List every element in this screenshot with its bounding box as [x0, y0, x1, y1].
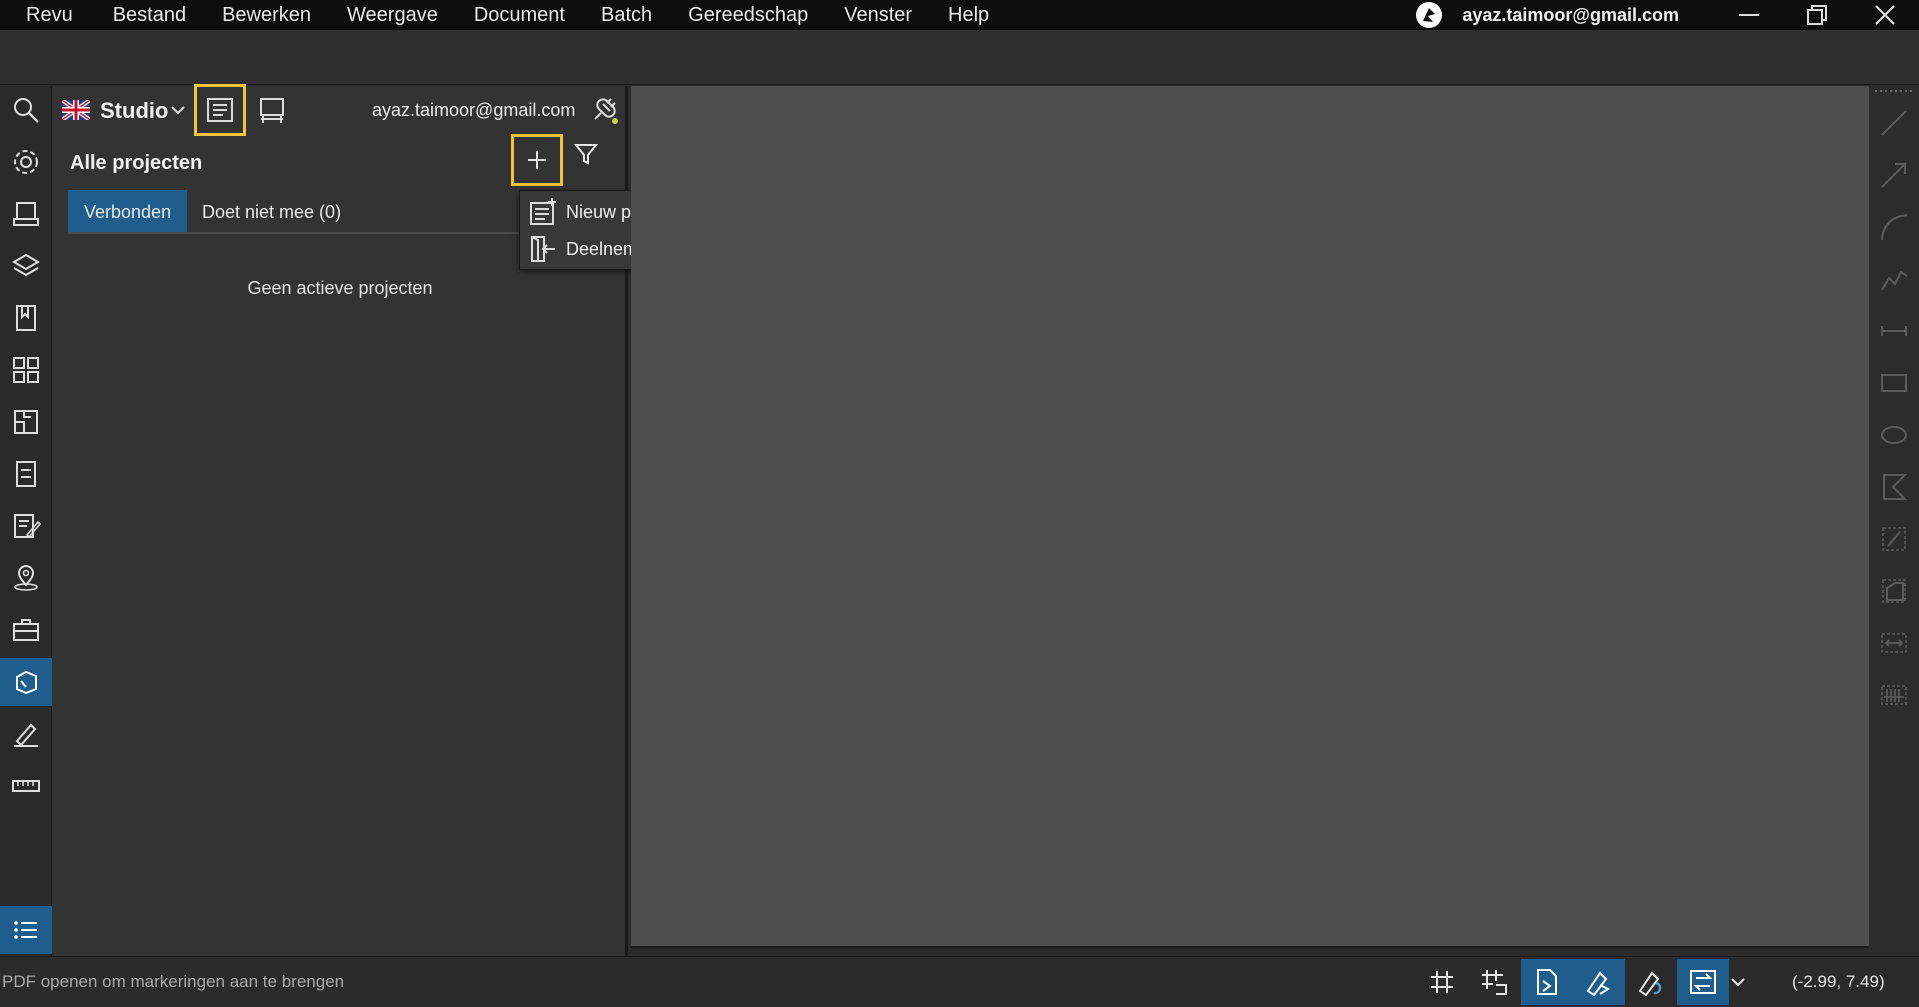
projects-list-icon	[207, 98, 233, 122]
menu-revu[interactable]: Revu	[0, 0, 95, 30]
bookmarks-icon[interactable]	[0, 294, 52, 342]
menu-help[interactable]: Help	[930, 0, 1007, 30]
plus-icon	[528, 151, 546, 169]
polyline-tool-icon[interactable]	[1877, 262, 1911, 296]
right-tool-rail	[1869, 86, 1919, 956]
account-email[interactable]: ayaz.taimoor@gmail.com	[1462, 5, 1679, 26]
toolbar-strip	[0, 30, 1919, 85]
menu-batch[interactable]: Batch	[583, 0, 670, 30]
chevron-down-icon[interactable]	[1726, 959, 1750, 1005]
dimension-tool-icon[interactable]	[1877, 314, 1911, 348]
markups-list-icon[interactable]	[0, 502, 52, 550]
studio-account-email[interactable]: ayaz.taimoor@gmail.com	[372, 100, 575, 121]
places-icon[interactable]	[0, 554, 52, 602]
ellipse-tool-icon[interactable]	[1877, 418, 1911, 452]
snap-to-grid-icon[interactable]	[1468, 959, 1520, 1005]
studio-header: Studio ayaz.taimoor@gmail.com	[52, 84, 628, 136]
restore-icon[interactable]	[1783, 0, 1851, 30]
menu-bestand[interactable]: Bestand	[95, 0, 204, 30]
studio-label[interactable]: Studio	[100, 98, 168, 124]
menu-bar: Revu Bestand Bewerken Weergave Document …	[0, 0, 1919, 30]
arc-tool-icon[interactable]	[1877, 210, 1911, 244]
new-project-icon	[526, 195, 560, 229]
rail-grip	[1875, 90, 1915, 92]
status-bar: PDF openen om markeringen aan te brengen…	[0, 956, 1919, 1007]
tab-verbonden[interactable]: Verbonden	[68, 190, 188, 234]
menu-weergave[interactable]: Weergave	[329, 0, 456, 30]
measurements-icon[interactable]	[0, 762, 52, 810]
panel-title: Alle projecten	[70, 152, 203, 174]
width-measure-icon[interactable]	[1877, 626, 1911, 660]
sync-view-icon[interactable]	[1677, 959, 1729, 1005]
menu-document[interactable]: Document	[456, 0, 583, 30]
line-tool-icon[interactable]	[1877, 106, 1911, 140]
spaces-icon[interactable]	[0, 398, 52, 446]
snap-to-content-icon[interactable]	[1521, 959, 1573, 1005]
cursor-coordinates: (-2.99, 7.49)	[1792, 972, 1885, 991]
connection-plug-icon[interactable]	[584, 90, 624, 130]
snap-to-markup-icon[interactable]	[1573, 959, 1625, 1005]
tab-doet-niet-mee[interactable]: Doet niet mee (0)	[186, 190, 357, 234]
arrow-tool-icon[interactable]	[1877, 158, 1911, 192]
reuse-markup-icon[interactable]	[1625, 959, 1677, 1005]
canvas-scroll-track[interactable]	[631, 946, 1869, 956]
settings-icon[interactable]	[0, 138, 52, 186]
join-icon	[526, 232, 560, 266]
grid-icon[interactable]	[0, 346, 52, 394]
left-panel-rail	[0, 86, 52, 956]
close-icon[interactable]	[1851, 0, 1919, 30]
status-message: PDF openen om markeringen aan te brengen	[2, 972, 345, 991]
polygon-tool-icon[interactable]	[1877, 470, 1911, 504]
menu-gereedschap[interactable]: Gereedschap	[670, 0, 826, 30]
bluebeam-logo-icon[interactable]	[1416, 2, 1443, 28]
panel-list-button[interactable]	[0, 906, 52, 954]
minimize-icon[interactable]	[1715, 0, 1783, 30]
empty-state-message: Geen actieve projecten	[247, 278, 433, 298]
search-icon[interactable]	[0, 86, 52, 134]
list-icon	[14, 921, 37, 939]
thumbnails-icon[interactable]	[0, 190, 52, 238]
grid-toggle-icon[interactable]	[1416, 959, 1468, 1005]
add-project-button[interactable]	[511, 134, 563, 186]
projects-view-button[interactable]	[194, 84, 246, 136]
length-measure-icon[interactable]	[1877, 522, 1911, 556]
menu-bewerken[interactable]: Bewerken	[204, 0, 329, 30]
layers-icon[interactable]	[0, 242, 52, 290]
menu-venster[interactable]: Venster	[826, 0, 930, 30]
area-measure-icon[interactable]	[1877, 574, 1911, 608]
window-controls: ayaz.taimoor@gmail.com	[1416, 0, 1919, 30]
uk-flag-icon[interactable]	[60, 98, 92, 122]
properties-icon[interactable]	[0, 450, 52, 498]
signatures-icon[interactable]	[0, 710, 52, 758]
filter-icon	[573, 144, 599, 165]
toolchest-icon[interactable]	[0, 606, 52, 654]
tab-divider	[68, 232, 528, 234]
chevron-down-icon[interactable]	[170, 102, 186, 118]
filter-button[interactable]	[566, 134, 606, 174]
count-measure-icon[interactable]	[1877, 678, 1911, 712]
sessions-icon	[260, 98, 284, 123]
studio-icon[interactable]	[0, 658, 52, 706]
document-canvas[interactable]	[631, 86, 1869, 950]
sessions-view-button[interactable]	[252, 90, 292, 130]
rectangle-tool-icon[interactable]	[1877, 366, 1911, 400]
